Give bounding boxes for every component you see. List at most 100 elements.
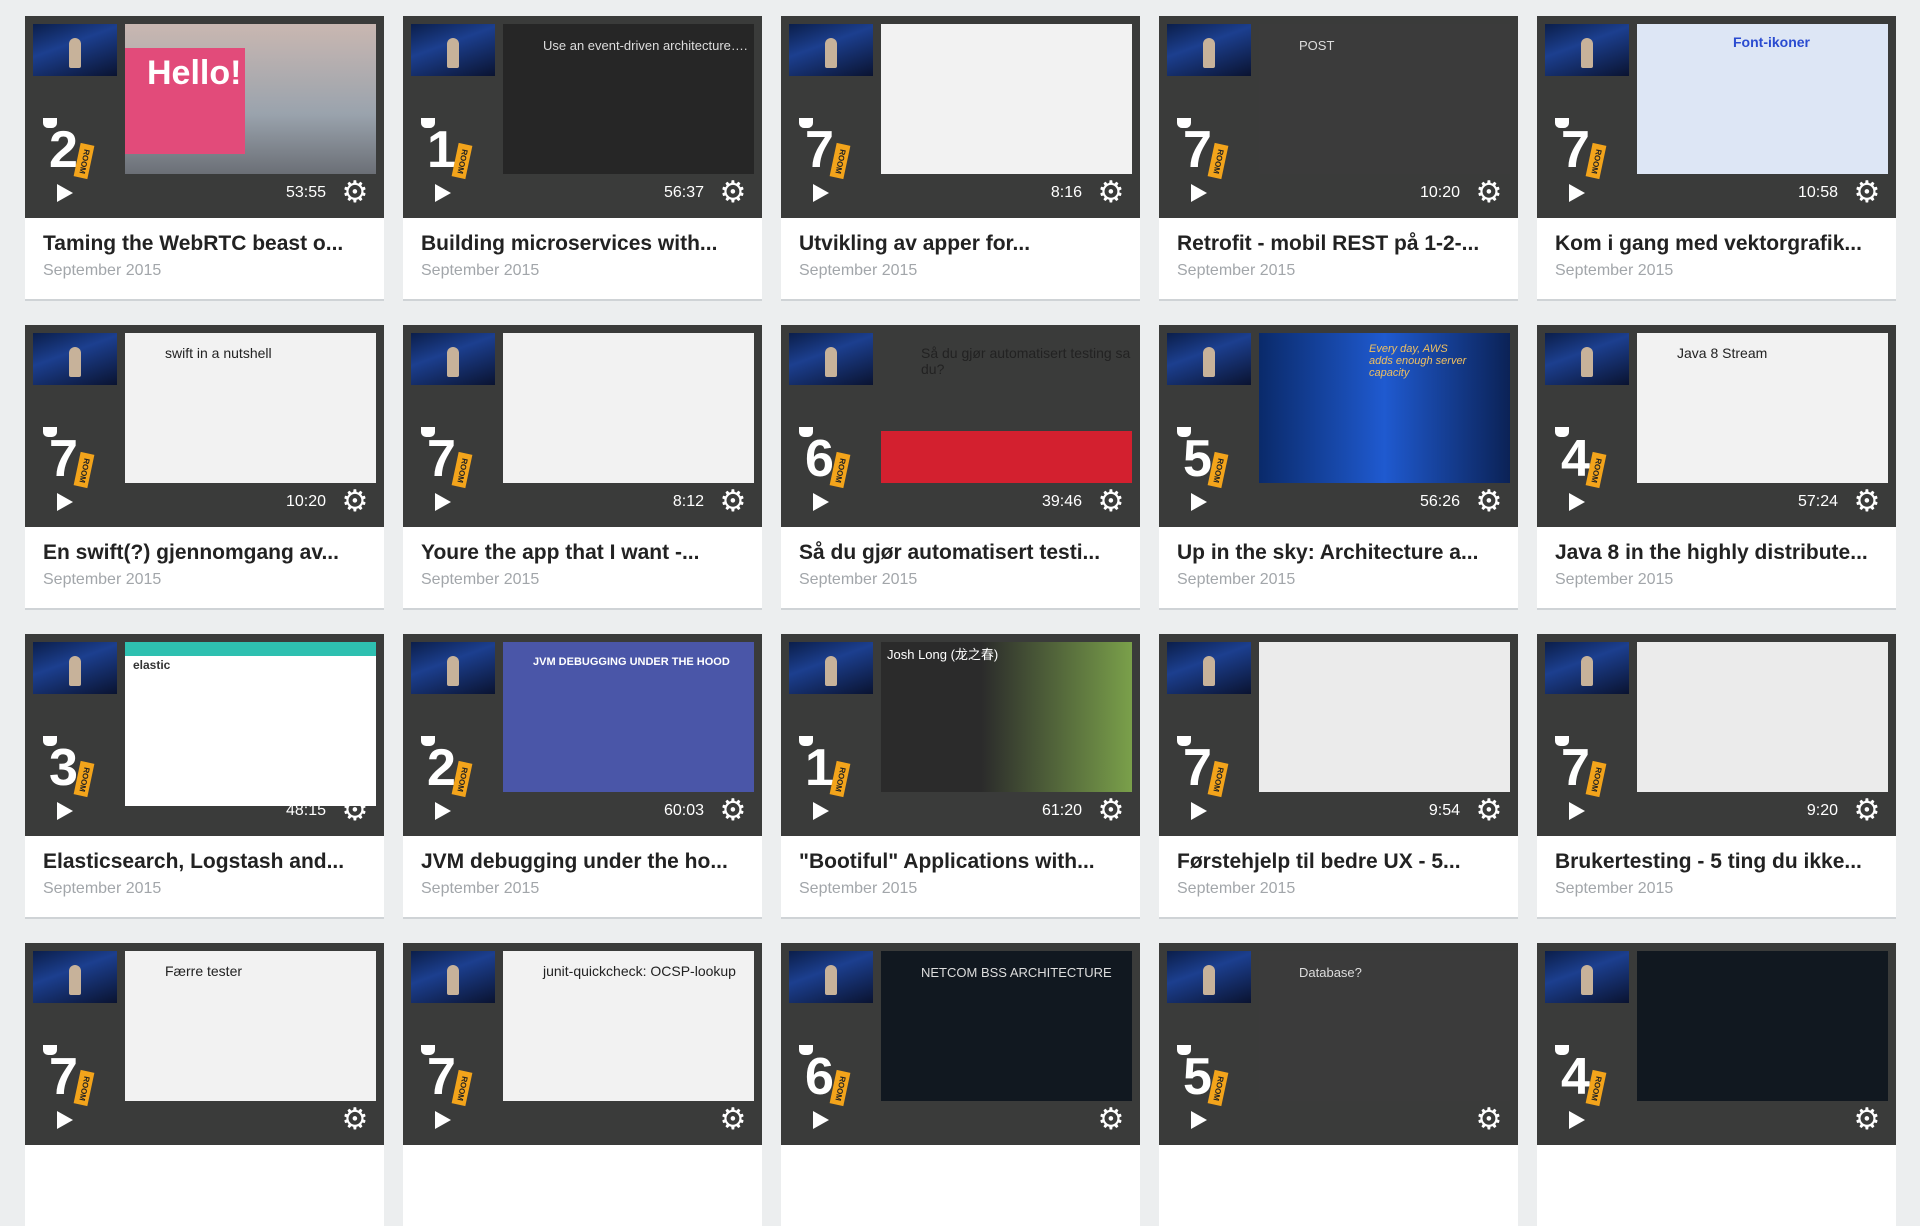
play-icon[interactable] bbox=[807, 797, 835, 825]
video-card[interactable]: junit-quickcheck: OCSP-lookup 7 ROOM ⚙ bbox=[403, 943, 762, 1226]
gear-icon[interactable]: ⚙ bbox=[716, 794, 750, 828]
video-thumbnail[interactable]: 7 ROOM 8:16 ⚙ bbox=[781, 16, 1140, 218]
video-title[interactable]: Så du gjør automatisert testi... bbox=[799, 539, 1122, 567]
gear-icon[interactable]: ⚙ bbox=[1472, 485, 1506, 519]
gear-icon[interactable]: ⚙ bbox=[1472, 176, 1506, 210]
play-icon[interactable] bbox=[1185, 1106, 1213, 1134]
video-thumbnail[interactable]: Every day, AWS adds enough server capaci… bbox=[1159, 325, 1518, 527]
video-title[interactable]: Kom i gang med vektorgrafik... bbox=[1555, 230, 1878, 258]
video-thumbnail[interactable]: 4 ROOM ⚙ bbox=[1537, 943, 1896, 1145]
video-duration: 9:20 bbox=[1806, 802, 1838, 819]
play-icon[interactable] bbox=[1185, 797, 1213, 825]
play-icon[interactable] bbox=[807, 1106, 835, 1134]
video-title[interactable]: "Bootiful" Applications with... bbox=[799, 848, 1122, 876]
play-icon[interactable] bbox=[51, 797, 79, 825]
video-card[interactable]: 7 ROOM 8:16 ⚙ Utvikling av apper for... … bbox=[781, 16, 1140, 299]
video-card[interactable]: Josh Long (龙之春) 1 ROOM 61:20 ⚙ "Bootiful… bbox=[781, 634, 1140, 917]
video-title[interactable]: En swift(?) gjennomgang av... bbox=[43, 539, 366, 567]
video-thumbnail[interactable]: Database? 5 ROOM ⚙ bbox=[1159, 943, 1518, 1145]
gear-icon[interactable]: ⚙ bbox=[1094, 176, 1128, 210]
video-card[interactable]: 7 ROOM 9:54 ⚙ Førstehjelp til bedre UX -… bbox=[1159, 634, 1518, 917]
video-thumbnail[interactable]: Så du gjør automatisert testing sa du? 6… bbox=[781, 325, 1140, 527]
play-icon[interactable] bbox=[429, 797, 457, 825]
gear-icon[interactable]: ⚙ bbox=[1850, 485, 1884, 519]
gear-icon[interactable]: ⚙ bbox=[1472, 794, 1506, 828]
play-icon[interactable] bbox=[429, 1106, 457, 1134]
video-card[interactable]: Færre tester 7 ROOM ⚙ bbox=[25, 943, 384, 1226]
video-thumbnail[interactable]: Font-ikoner 7 ROOM 10:58 ⚙ bbox=[1537, 16, 1896, 218]
video-card[interactable]: NETCOM BSS ARCHITECTURE 6 ROOM ⚙ bbox=[781, 943, 1140, 1226]
gear-icon[interactable]: ⚙ bbox=[716, 1103, 750, 1137]
video-thumbnail[interactable]: 7 ROOM 9:54 ⚙ bbox=[1159, 634, 1518, 836]
gear-icon[interactable]: ⚙ bbox=[716, 176, 750, 210]
video-title[interactable]: Up in the sky: Architecture a... bbox=[1177, 539, 1500, 567]
gear-icon[interactable]: ⚙ bbox=[716, 485, 750, 519]
video-title[interactable]: Building microservices with... bbox=[421, 230, 744, 258]
video-title[interactable]: Youre the app that I want -... bbox=[421, 539, 744, 567]
gear-icon[interactable]: ⚙ bbox=[1850, 794, 1884, 828]
video-card[interactable]: Font-ikoner 7 ROOM 10:58 ⚙ Kom i gang me… bbox=[1537, 16, 1896, 299]
play-icon[interactable] bbox=[51, 488, 79, 516]
video-thumbnail[interactable]: Hello! 2 ROOM 53:55 ⚙ bbox=[25, 16, 384, 218]
gear-icon[interactable]: ⚙ bbox=[338, 176, 372, 210]
video-card[interactable]: JVM DEBUGGING UNDER THE HOOD 2 ROOM 60:0… bbox=[403, 634, 762, 917]
video-card[interactable]: elastic 3 ROOM 48:15 ⚙ Elasticsearch, Lo… bbox=[25, 634, 384, 917]
video-card[interactable]: POST 7 ROOM 10:20 ⚙ Retrofit - mobil RES… bbox=[1159, 16, 1518, 299]
video-card[interactable]: 7 ROOM 8:12 ⚙ Youre the app that I want … bbox=[403, 325, 762, 608]
video-thumbnail[interactable]: 7 ROOM 8:12 ⚙ bbox=[403, 325, 762, 527]
video-card[interactable]: Så du gjør automatisert testing sa du? 6… bbox=[781, 325, 1140, 608]
gear-icon[interactable]: ⚙ bbox=[338, 794, 372, 828]
video-title[interactable]: JVM debugging under the ho... bbox=[421, 848, 744, 876]
video-title[interactable]: Utvikling av apper for... bbox=[799, 230, 1122, 258]
video-thumbnail[interactable]: Josh Long (龙之春) 1 ROOM 61:20 ⚙ bbox=[781, 634, 1140, 836]
video-card[interactable]: Every day, AWS adds enough server capaci… bbox=[1159, 325, 1518, 608]
video-card[interactable]: Database? 5 ROOM ⚙ bbox=[1159, 943, 1518, 1226]
video-thumbnail[interactable]: 7 ROOM 9:20 ⚙ bbox=[1537, 634, 1896, 836]
play-icon[interactable] bbox=[429, 488, 457, 516]
play-icon[interactable] bbox=[1563, 797, 1591, 825]
play-icon[interactable] bbox=[429, 179, 457, 207]
video-card[interactable]: Hello! 2 ROOM 53:55 ⚙ Taming the WebRTC … bbox=[25, 16, 384, 299]
video-thumbnail[interactable]: Use an event-driven architecture…. 1 ROO… bbox=[403, 16, 762, 218]
video-title[interactable]: Retrofit - mobil REST på 1-2-... bbox=[1177, 230, 1500, 258]
gear-icon[interactable]: ⚙ bbox=[1094, 794, 1128, 828]
video-title[interactable]: Elasticsearch, Logstash and... bbox=[43, 848, 366, 876]
play-icon[interactable] bbox=[1185, 179, 1213, 207]
play-icon[interactable] bbox=[807, 488, 835, 516]
video-duration: 8:16 bbox=[1050, 184, 1082, 201]
slide-text: Hello! bbox=[147, 54, 242, 92]
play-icon[interactable] bbox=[1563, 1106, 1591, 1134]
video-date: September 2015 bbox=[799, 571, 918, 588]
gear-icon[interactable]: ⚙ bbox=[1094, 485, 1128, 519]
video-card[interactable]: Java 8 Stream 4 ROOM 57:24 ⚙ Java 8 in t… bbox=[1537, 325, 1896, 608]
play-icon[interactable] bbox=[1185, 488, 1213, 516]
video-thumbnail[interactable]: NETCOM BSS ARCHITECTURE 6 ROOM ⚙ bbox=[781, 943, 1140, 1145]
video-card[interactable]: swift in a nutshell 7 ROOM 10:20 ⚙ En sw… bbox=[25, 325, 384, 608]
video-title[interactable]: Java 8 in the highly distribute... bbox=[1555, 539, 1878, 567]
play-icon[interactable] bbox=[51, 1106, 79, 1134]
video-thumbnail[interactable]: POST 7 ROOM 10:20 ⚙ bbox=[1159, 16, 1518, 218]
video-card[interactable]: Use an event-driven architecture…. 1 ROO… bbox=[403, 16, 762, 299]
play-icon[interactable] bbox=[51, 179, 79, 207]
gear-icon[interactable]: ⚙ bbox=[338, 485, 372, 519]
video-card[interactable]: 4 ROOM ⚙ bbox=[1537, 943, 1896, 1226]
video-title[interactable]: Førstehjelp til bedre UX - 5... bbox=[1177, 848, 1500, 876]
play-icon[interactable] bbox=[1563, 488, 1591, 516]
video-title[interactable]: Taming the WebRTC beast o... bbox=[43, 230, 366, 258]
play-icon[interactable] bbox=[1563, 179, 1591, 207]
gear-icon[interactable]: ⚙ bbox=[1472, 1103, 1506, 1137]
video-thumbnail[interactable]: JVM DEBUGGING UNDER THE HOOD 2 ROOM 60:0… bbox=[403, 634, 762, 836]
slide-text: Færre tester bbox=[165, 963, 243, 979]
gear-icon[interactable]: ⚙ bbox=[1850, 1103, 1884, 1137]
video-thumbnail[interactable]: elastic 3 ROOM 48:15 ⚙ bbox=[25, 634, 384, 836]
video-thumbnail[interactable]: Java 8 Stream 4 ROOM 57:24 ⚙ bbox=[1537, 325, 1896, 527]
gear-icon[interactable]: ⚙ bbox=[1094, 1103, 1128, 1137]
video-card[interactable]: 7 ROOM 9:20 ⚙ Brukertesting - 5 ting du … bbox=[1537, 634, 1896, 917]
video-thumbnail[interactable]: swift in a nutshell 7 ROOM 10:20 ⚙ bbox=[25, 325, 384, 527]
gear-icon[interactable]: ⚙ bbox=[1850, 176, 1884, 210]
gear-icon[interactable]: ⚙ bbox=[338, 1103, 372, 1137]
video-thumbnail[interactable]: junit-quickcheck: OCSP-lookup 7 ROOM ⚙ bbox=[403, 943, 762, 1145]
video-title[interactable]: Brukertesting - 5 ting du ikke... bbox=[1555, 848, 1878, 876]
video-thumbnail[interactable]: Færre tester 7 ROOM ⚙ bbox=[25, 943, 384, 1145]
play-icon[interactable] bbox=[807, 179, 835, 207]
